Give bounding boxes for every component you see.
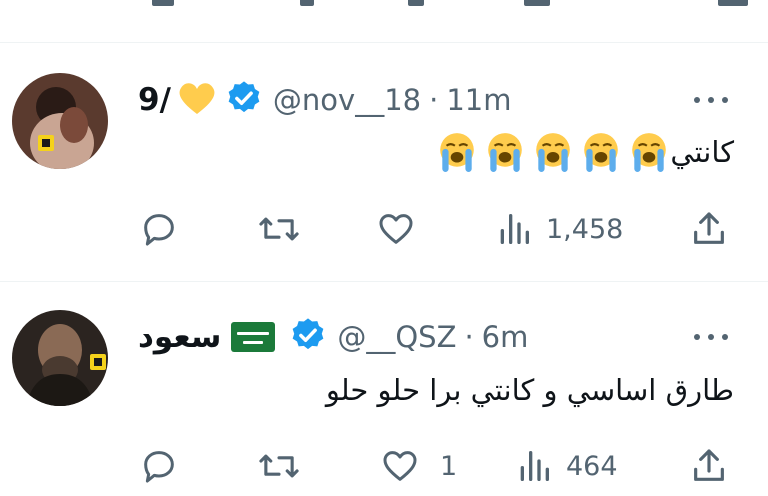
share-icon (694, 449, 724, 481)
loudly-crying-face-icon (632, 133, 667, 172)
handle[interactable]: @__QSZ (337, 320, 456, 354)
views-icon (500, 214, 529, 244)
verified-badge-icon[interactable] (225, 79, 263, 121)
heart-icon (379, 214, 413, 244)
loudly-crying-face-icon (488, 133, 523, 172)
tweet-text: كانتي (430, 127, 734, 177)
timestamp[interactable]: 11m (446, 83, 511, 117)
handle[interactable]: @nov__18 (273, 83, 421, 117)
likes-count: 1 (440, 450, 458, 482)
tweet-actions: 1,458 (0, 209, 768, 249)
share-button[interactable] (688, 446, 730, 486)
avatar[interactable] (12, 73, 108, 169)
retweet-icon[interactable] (300, 0, 314, 6)
reply-button[interactable] (138, 446, 180, 486)
separator-dot: · (464, 320, 474, 354)
yellow-heart-icon (177, 80, 217, 120)
more-options-icon[interactable] (690, 93, 734, 105)
loudly-crying-face-icon (440, 133, 475, 172)
separator-dot: · (429, 83, 439, 117)
views-button[interactable]: 1,458 (494, 209, 623, 249)
views-icon (520, 451, 549, 481)
views-icon[interactable] (524, 0, 550, 6)
saudi-flag-icon (231, 322, 276, 352)
reply-icon[interactable] (152, 0, 174, 6)
display-name[interactable]: سعود (138, 319, 221, 355)
views-count: 464 (566, 450, 618, 482)
emoji-row (430, 131, 670, 173)
share-icon[interactable] (718, 0, 748, 6)
reply-button[interactable] (138, 209, 180, 249)
tweet-header: سعود @__QSZ · 6m (138, 316, 528, 358)
tweet[interactable]: سعود @__QSZ · 6m طارق اساسي و كانتي برا … (0, 282, 768, 496)
loudly-crying-face-icon (536, 133, 571, 172)
views-button[interactable]: 464 (514, 446, 618, 486)
verified-badge-icon[interactable] (289, 316, 327, 358)
views-count: 1,458 (546, 213, 624, 245)
tweet-actions: 1 464 (0, 446, 768, 486)
like-button[interactable] (374, 209, 418, 249)
share-button[interactable] (688, 209, 730, 249)
retweet-icon (259, 454, 299, 478)
reply-icon (144, 214, 174, 246)
tweet-text-content: طارق اساسي و كانتي برا حلو حلو (325, 373, 734, 407)
loudly-crying-face-icon (584, 133, 619, 172)
share-icon (694, 212, 724, 244)
retweet-button[interactable] (256, 446, 302, 486)
previous-tweet-actions (0, 0, 768, 12)
retweet-icon (259, 217, 299, 241)
avatar[interactable] (12, 310, 108, 406)
tweet-header: 9/ @nov__18 · 11m (138, 79, 511, 121)
tweet-text: طارق اساسي و كانتي برا حلو حلو (326, 370, 734, 410)
heart-icon (383, 451, 417, 481)
tweet-text-content: كانتي (670, 135, 734, 169)
like-icon[interactable] (408, 0, 424, 6)
timestamp[interactable]: 6m (482, 320, 529, 354)
more-options-icon[interactable] (690, 330, 734, 342)
tweet[interactable]: 9/ @nov__18 · 11m كانتي 1,458 (0, 43, 768, 281)
reply-icon (144, 451, 174, 483)
like-button[interactable]: 1 (378, 446, 457, 486)
retweet-button[interactable] (256, 209, 302, 249)
display-name[interactable]: 9/ (138, 82, 171, 118)
